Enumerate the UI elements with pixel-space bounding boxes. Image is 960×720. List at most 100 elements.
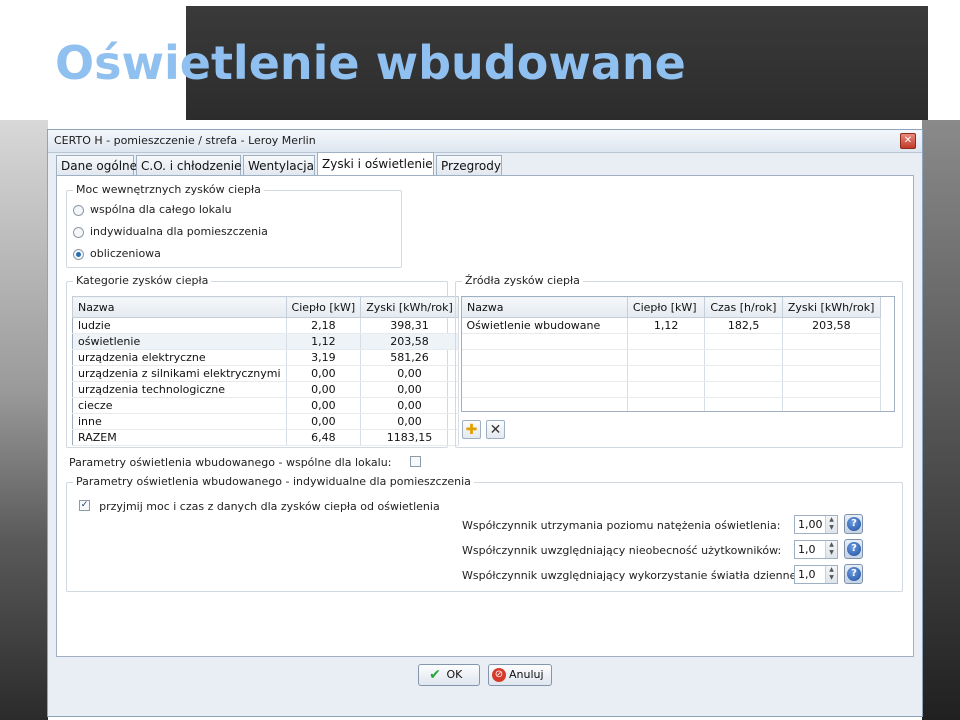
radio-wspolna-circle[interactable] [73, 204, 84, 216]
spinner-arrows-icon[interactable]: ▲ ▼ [825, 566, 837, 583]
param-wspolne-checkbox[interactable] [410, 456, 421, 467]
cancel-button-label: Anuluj [509, 668, 544, 681]
table-row-total[interactable]: RAZEM 6,48 1183,15 [72, 429, 459, 446]
column-header-zyski[interactable]: Zyski [kWh/rok] [781, 297, 882, 318]
param-indyw-checkbox[interactable]: ✓ [79, 500, 90, 511]
close-button[interactable]: ✕ [900, 133, 916, 149]
add-icon: ✚ [465, 422, 478, 438]
coef-value-utrzymania[interactable]: 1,00 [798, 518, 823, 531]
window-title: CERTO H - pomieszczenie / strefa - Leroy… [54, 134, 316, 147]
cell-zyski: 0,00 [360, 365, 459, 382]
zrodla-table-container: Nazwa Ciepło [kW] Czas [h/rok] Zyski [kW… [461, 296, 895, 412]
table-row[interactable]: inne 0,00 0,00 [72, 413, 459, 430]
cell-cieplo: 0,00 [286, 413, 362, 430]
moc-group: Moc wewnętrznych zysków ciepła wspólna d… [66, 183, 402, 268]
table-row-empty [462, 381, 882, 398]
cell-cieplo: 6,48 [286, 429, 362, 446]
cell-nazwa: ciecze [72, 397, 287, 414]
column-header-czas[interactable]: Czas [h/rok] [704, 297, 783, 318]
background-photo-left [0, 120, 48, 720]
close-icon: ✕ [903, 135, 913, 146]
radio-wspolna-label: wspólna dla całego lokalu [90, 203, 232, 216]
spinner-arrows-icon[interactable]: ▲ ▼ [825, 516, 837, 533]
spinner-arrows-icon[interactable]: ▲ ▼ [825, 541, 837, 558]
cell-zyski: 0,00 [360, 397, 459, 414]
column-header-cieplo[interactable]: Ciepło [kW] [285, 296, 362, 318]
cell-nazwa: inne [72, 413, 287, 430]
add-button[interactable]: ✚ [462, 420, 481, 439]
cell-czas: 182,5 [704, 317, 783, 334]
radio-indywidualna-circle[interactable] [73, 226, 84, 238]
checkmark-icon: ✔ [429, 667, 441, 683]
tab-przegrody[interactable]: Przegrody [436, 155, 502, 175]
coef-spinner-nieobecnosc[interactable]: 1,0 ▲ ▼ [794, 540, 838, 559]
window-titlebar: CERTO H - pomieszczenie / strefa - Leroy… [48, 130, 922, 153]
column-header-zyski[interactable]: Zyski [kWh/rok] [360, 296, 459, 318]
cell-cieplo: 2,18 [286, 317, 362, 334]
table-row[interactable]: ciecze 0,00 0,00 [72, 397, 459, 414]
help-icon: ? [847, 567, 861, 581]
table-row[interactable]: oświetlenie 1,12 203,58 [72, 333, 459, 350]
table-row[interactable]: urządzenia elektryczne 3,19 581,26 [72, 349, 459, 366]
cell-nazwa: urządzenia z silnikami elektrycznymi [72, 365, 287, 382]
cell-zyski: 0,00 [360, 381, 459, 398]
zrodla-group-legend: Źródła zysków ciepła [462, 274, 583, 287]
tab-co-chlodzenie[interactable]: C.O. i chłodzenie [136, 155, 242, 175]
help-button[interactable]: ? [844, 539, 863, 559]
tab-zyski-oswietlenie[interactable]: Zyski i oświetlenie [317, 152, 434, 176]
coef-label-nieobecnosc: Współczynnik uwzględniający nieobecność … [462, 544, 782, 557]
cancel-button[interactable]: ⊘ Anuluj [488, 664, 552, 686]
kategorie-table: Nazwa Ciepło [kW] Zyski [kWh/rok] ludzie… [72, 296, 459, 446]
tab-dane-ogolne[interactable]: Dane ogólne [56, 155, 137, 175]
param-indyw-legend: Parametry oświetlenia wbudowanego - indy… [73, 475, 474, 488]
ok-button[interactable]: ✔ OK [418, 664, 480, 686]
zrodla-header-row: Nazwa Ciepło [kW] Czas [h/rok] Zyski [kW… [462, 297, 882, 318]
radio-indywidualna[interactable]: indywidualna dla pomieszczenia [73, 225, 268, 241]
table-row-empty [462, 349, 882, 366]
coef-row-nieobecnosc: Współczynnik uwzględniający nieobecność … [462, 539, 882, 562]
param-indyw-checkbox-row[interactable]: ✓ przyjmij moc i czas z danych dla zyskó… [79, 495, 440, 513]
cell-nazwa: oświetlenie [72, 333, 287, 350]
delete-icon: ✕ [489, 422, 502, 438]
table-row-empty [462, 397, 882, 411]
coef-spinner-swiatlo[interactable]: 1,0 ▲ ▼ [794, 565, 838, 584]
cell-cieplo: 1,12 [627, 317, 706, 334]
table-row[interactable]: urządzenia technologiczne 0,00 0,00 [72, 381, 459, 398]
radio-obliczeniowa[interactable]: obliczeniowa [73, 247, 161, 263]
table-row-empty [462, 365, 882, 382]
cell-nazwa: RAZEM [72, 429, 287, 446]
help-button[interactable]: ? [844, 514, 863, 534]
ok-button-label: OK [446, 668, 463, 681]
cell-nazwa: Oświetlenie wbudowane [462, 317, 628, 334]
table-row[interactable]: ludzie 2,18 398,31 [72, 317, 459, 334]
table-row[interactable]: Oświetlenie wbudowane 1,12 182,5 203,58 [462, 317, 882, 334]
radio-obliczeniowa-circle[interactable] [73, 248, 84, 260]
kategorie-group-legend: Kategorie zysków ciepła [73, 274, 212, 287]
radio-wspolna[interactable]: wspólna dla całego lokalu [73, 203, 232, 219]
cell-cieplo: 0,00 [286, 365, 362, 382]
coef-spinner-utrzymania[interactable]: 1,00 ▲ ▼ [794, 515, 838, 534]
table-row[interactable]: urządzenia z silnikami elektrycznymi 0,00… [72, 365, 459, 382]
param-wspolne-label: Parametry oświetlenia wbudowanego - wspó… [69, 456, 392, 469]
kategorie-header-row: Nazwa Ciepło [kW] Zyski [kWh/rok] [72, 296, 459, 318]
delete-button[interactable]: ✕ [486, 420, 505, 439]
slide-title: Oświetlenie wbudowane [55, 36, 686, 90]
column-header-nazwa[interactable]: Nazwa [462, 297, 628, 318]
radio-obliczeniowa-label: obliczeniowa [90, 247, 161, 260]
cell-zyski: 398,31 [360, 317, 459, 334]
coefficients-block: Współczynnik utrzymania poziomu natężeni… [462, 514, 882, 590]
cell-cieplo: 1,12 [286, 333, 362, 350]
param-indyw-checkbox-label: przyjmij moc i czas z danych dla zysków … [99, 500, 440, 513]
help-icon: ? [847, 542, 861, 556]
column-header-cieplo[interactable]: Ciepło [kW] [626, 297, 706, 318]
help-button[interactable]: ? [844, 564, 863, 584]
coef-label-utrzymania: Współczynnik utrzymania poziomu natężeni… [462, 519, 781, 532]
cell-nazwa: urządzenia elektryczne [72, 349, 287, 366]
kategorie-group: Kategorie zysków ciepła Nazwa Ciepło [kW… [66, 274, 459, 448]
tab-wentylacja[interactable]: Wentylacja [243, 155, 315, 175]
cell-cieplo: 0,00 [286, 397, 362, 414]
coef-value-swiatlo[interactable]: 1,0 [798, 568, 816, 581]
column-header-nazwa[interactable]: Nazwa [72, 296, 287, 318]
coef-value-nieobecnosc[interactable]: 1,0 [798, 543, 816, 556]
zrodla-table: Nazwa Ciepło [kW] Czas [h/rok] Zyski [kW… [462, 297, 882, 411]
